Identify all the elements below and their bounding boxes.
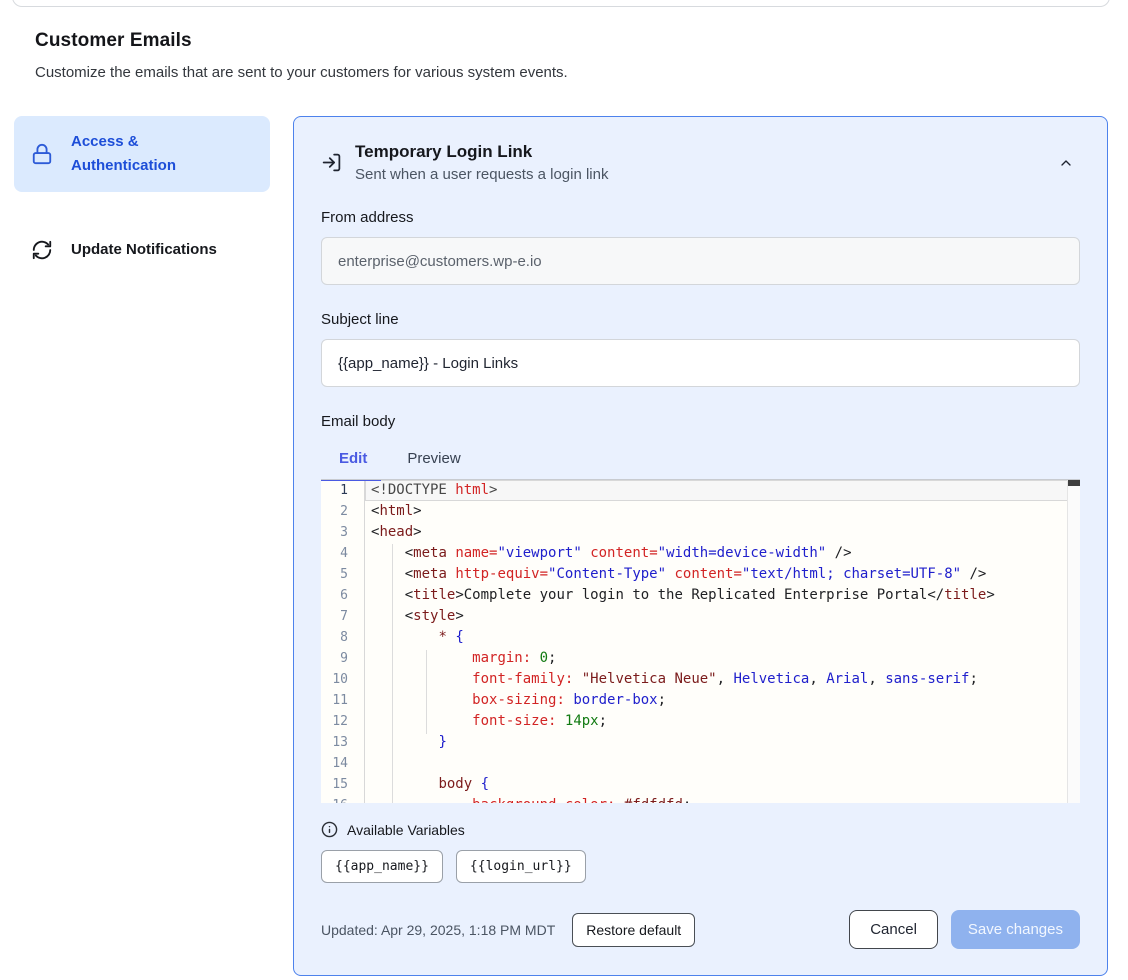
line-number: 6	[321, 585, 365, 606]
code-line[interactable]: 10 font-family: "Helvetica Neue", Helvet…	[321, 669, 1080, 690]
line-number: 11	[321, 690, 365, 711]
tab-preview[interactable]: Preview	[407, 450, 460, 479]
save-changes-button[interactable]: Save changes	[951, 910, 1080, 949]
active-tab-underline	[321, 479, 381, 481]
code-line[interactable]: 1<!DOCTYPE html>	[321, 480, 1080, 501]
line-number: 2	[321, 501, 365, 522]
code-line[interactable]: 16 background-color: #fdfdfd;	[321, 795, 1080, 803]
line-number: 12	[321, 711, 365, 732]
code-line[interactable]: 7 <style>	[321, 606, 1080, 627]
line-number: 3	[321, 522, 365, 543]
info-icon	[321, 821, 338, 838]
code-line[interactable]: 6 <title>Complete your login to the Repl…	[321, 585, 1080, 606]
code-line[interactable]: 4 <meta name="viewport" content="width=d…	[321, 543, 1080, 564]
email-body-tabs: Edit Preview	[321, 450, 1080, 479]
code-line[interactable]: 9 margin: 0;	[321, 648, 1080, 669]
email-body-label: Email body	[321, 413, 1080, 430]
panel-header: Temporary Login Link Sent when a user re…	[321, 142, 1080, 183]
page-header: Customer Emails Customize the emails tha…	[0, 0, 1128, 81]
subject-line-label: Subject line	[321, 311, 1080, 328]
panel-subtitle: Sent when a user requests a login link	[355, 166, 608, 183]
code-line[interactable]: 12 font-size: 14px;	[321, 711, 1080, 732]
cancel-button[interactable]: Cancel	[849, 910, 938, 949]
code-line[interactable]: 13 }	[321, 732, 1080, 753]
from-address-input[interactable]	[321, 237, 1080, 285]
line-number: 9	[321, 648, 365, 669]
lock-icon	[30, 142, 54, 166]
sidebar-item-access-authentication[interactable]: Access & Authentication	[14, 116, 270, 192]
code-editor[interactable]: 1<!DOCTYPE html>2<html>3<head>4 <meta na…	[321, 479, 1080, 803]
line-number: 1	[321, 480, 365, 501]
code-line[interactable]: 5 <meta http-equiv="Content-Type" conten…	[321, 564, 1080, 585]
line-number: 14	[321, 753, 365, 774]
tab-edit[interactable]: Edit	[339, 450, 367, 479]
line-number: 13	[321, 732, 365, 753]
login-icon	[321, 152, 342, 173]
panel-footer: Updated: Apr 29, 2025, 1:18 PM MDT Resto…	[321, 910, 1080, 949]
previous-card-bottom-edge	[12, 0, 1110, 7]
editor-scrollbar-thumb[interactable]	[1068, 480, 1080, 486]
variable-chips: {{app_name}} {{login_url}}	[321, 850, 1080, 883]
email-types-sidebar: Access & Authentication Update Notificat…	[14, 116, 270, 276]
page-subtitle: Customize the emails that are sent to yo…	[35, 64, 1128, 81]
code-line[interactable]: 8 * {	[321, 627, 1080, 648]
line-number: 16	[321, 795, 365, 803]
code-line[interactable]: 3<head>	[321, 522, 1080, 543]
code-lines: 1<!DOCTYPE html>2<html>3<head>4 <meta na…	[321, 480, 1080, 803]
code-line[interactable]: 11 box-sizing: border-box;	[321, 690, 1080, 711]
line-number: 15	[321, 774, 365, 795]
from-address-label: From address	[321, 209, 1080, 226]
updated-timestamp: Updated: Apr 29, 2025, 1:18 PM MDT	[321, 922, 555, 938]
code-line[interactable]: 2<html>	[321, 501, 1080, 522]
customer-emails-page: Customer Emails Customize the emails tha…	[0, 0, 1128, 980]
line-number: 7	[321, 606, 365, 627]
available-variables-row: Available Variables	[321, 821, 1080, 838]
line-number: 4	[321, 543, 365, 564]
available-variables-label: Available Variables	[347, 822, 465, 838]
variable-chip-app-name[interactable]: {{app_name}}	[321, 850, 443, 883]
subject-line-input[interactable]	[321, 339, 1080, 387]
editor-scrollbar[interactable]	[1067, 480, 1080, 803]
sidebar-item-update-notifications[interactable]: Update Notifications	[14, 224, 270, 276]
line-number: 8	[321, 627, 365, 648]
chevron-up-icon[interactable]	[1058, 155, 1074, 171]
sidebar-item-label: Update Notifications	[71, 238, 217, 262]
panel-title: Temporary Login Link	[355, 142, 608, 162]
sidebar-item-label: Access & Authentication	[71, 130, 221, 178]
variable-chip-login-url[interactable]: {{login_url}}	[456, 850, 586, 883]
line-number: 10	[321, 669, 365, 690]
page-title: Customer Emails	[35, 30, 1128, 52]
line-number: 5	[321, 564, 365, 585]
refresh-icon	[30, 238, 54, 262]
code-line[interactable]: 15 body {	[321, 774, 1080, 795]
code-line[interactable]: 14	[321, 753, 1080, 774]
restore-default-button[interactable]: Restore default	[572, 913, 695, 947]
temporary-login-link-panel: Temporary Login Link Sent when a user re…	[293, 116, 1108, 976]
